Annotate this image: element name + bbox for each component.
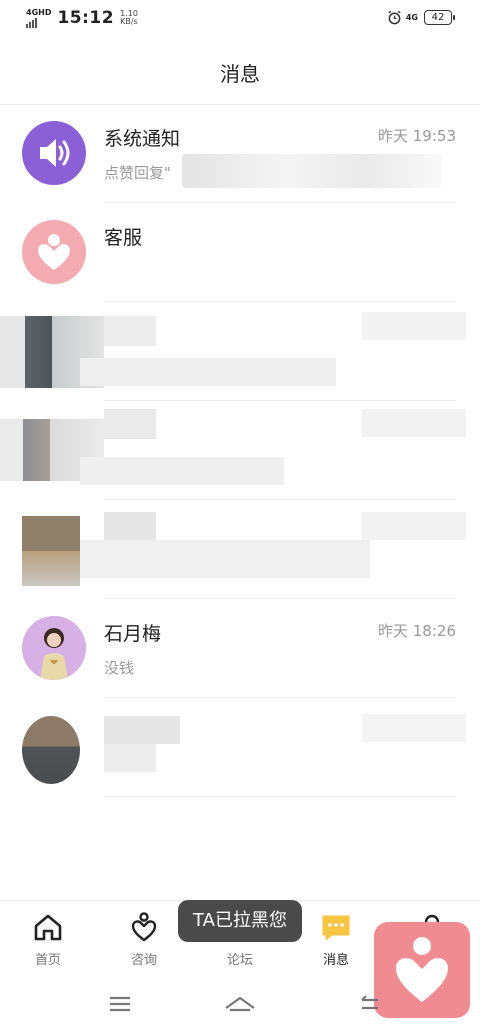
blurred-name bbox=[104, 716, 180, 744]
conversation-item[interactable] bbox=[0, 500, 480, 599]
tab-home-label: 首页 bbox=[34, 953, 61, 968]
blurred-text bbox=[80, 540, 370, 578]
blurred-text bbox=[104, 744, 156, 772]
conversation-preview: 没钱 bbox=[104, 659, 135, 677]
conversation-item[interactable] bbox=[0, 401, 480, 500]
conversation-name: 客服 bbox=[104, 227, 143, 249]
menu-icon[interactable] bbox=[100, 988, 140, 1020]
conversation-item-customer-service[interactable]: 客服 bbox=[0, 203, 480, 302]
row-divider bbox=[104, 796, 456, 797]
home-nav-icon[interactable] bbox=[220, 988, 260, 1020]
speaker-icon bbox=[22, 121, 86, 185]
tab-consult-label: 咨询 bbox=[130, 953, 157, 968]
blurred-text bbox=[80, 358, 336, 386]
battery-icon: 42 bbox=[424, 10, 455, 25]
conversation-item[interactable] bbox=[0, 302, 480, 401]
conversation-item[interactable] bbox=[0, 698, 480, 797]
blurred-time bbox=[362, 409, 466, 437]
avatar bbox=[22, 616, 86, 680]
blurred-name bbox=[104, 512, 156, 540]
tab-home[interactable]: 首页 bbox=[0, 901, 96, 981]
header: 消息 bbox=[0, 38, 480, 105]
status-bar: 4GHD 15:12 1.10 KB/s 4G 42 bbox=[0, 0, 480, 38]
conversation-name: 石月梅 bbox=[104, 623, 162, 645]
blurred-text bbox=[80, 457, 284, 485]
network-type-right: 4G bbox=[405, 12, 418, 22]
clock: 15:12 bbox=[57, 8, 115, 28]
conversation-item-system-notice[interactable]: 系统通知 昨天 19:53 点赞回复" bbox=[0, 104, 480, 203]
net-speed: 1.10 KB/s bbox=[120, 10, 138, 26]
page-title: 消息 bbox=[220, 62, 260, 86]
app-logo-icon bbox=[22, 220, 86, 284]
blurred-avatar bbox=[22, 516, 80, 586]
heart-person-icon bbox=[131, 912, 157, 942]
message-icon bbox=[322, 915, 350, 941]
blurred-name bbox=[104, 316, 156, 346]
conversation-preview: 点赞回复" bbox=[104, 164, 171, 182]
toast-message: TA已拉黑您 bbox=[178, 900, 302, 942]
home-icon bbox=[34, 914, 62, 941]
blurred-time bbox=[362, 312, 466, 340]
blurred-text bbox=[182, 154, 442, 188]
conversation-time: 昨天 18:26 bbox=[378, 622, 456, 640]
message-list: 系统通知 昨天 19:53 点赞回复" 客服 石月梅 昨天 18:26 没钱 bbox=[0, 104, 480, 797]
signal-icon bbox=[26, 17, 51, 28]
conversation-item-shi-yuemei[interactable]: 石月梅 昨天 18:26 没钱 bbox=[0, 599, 480, 698]
blurred-time bbox=[362, 714, 466, 742]
tab-messages-label: 消息 bbox=[322, 953, 349, 968]
battery-level: 42 bbox=[431, 12, 445, 23]
alarm-icon bbox=[388, 10, 401, 25]
tab-messages[interactable]: 消息 bbox=[288, 901, 384, 981]
signal-group: 4GHD bbox=[26, 7, 52, 28]
blurred-name bbox=[104, 409, 156, 439]
blurred-time bbox=[362, 512, 466, 540]
system-navigation-bar bbox=[0, 980, 480, 1029]
tab-forum-label: 论坛 bbox=[226, 953, 253, 968]
status-left: 4GHD 15:12 1.10 KB/s bbox=[26, 8, 138, 28]
blurred-avatar bbox=[22, 716, 80, 784]
net-speed-unit: KB/s bbox=[120, 17, 138, 26]
back-icon[interactable] bbox=[350, 988, 390, 1020]
network-type: 4GHD bbox=[26, 7, 52, 17]
conversation-time: 昨天 19:53 bbox=[378, 127, 456, 145]
status-right: 4G 42 bbox=[387, 10, 455, 25]
conversation-name: 系统通知 bbox=[104, 128, 181, 150]
